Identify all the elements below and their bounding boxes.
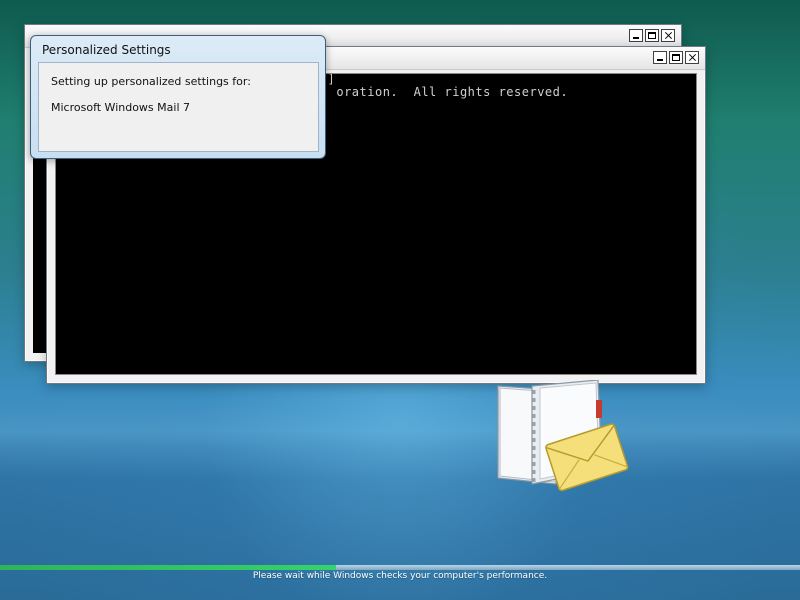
status-message: Please wait while Windows checks your co… [252,571,548,581]
console-window-caption-buttons [653,51,699,64]
dialog-title: Personalized Settings [42,43,171,57]
progress-fill [0,565,336,570]
windows-mail-icon [497,380,629,492]
progress-bar [0,565,800,570]
minimize-icon[interactable] [653,51,667,64]
close-icon[interactable] [685,51,699,64]
minimize-icon[interactable] [629,29,643,42]
personalized-settings-dialog[interactable]: Personalized Settings Setting up persona… [30,35,326,159]
background-window-caption-buttons [629,29,675,42]
dialog-app-name: Microsoft Windows Mail 7 [51,101,190,114]
desktop-horizon [0,390,800,480]
maximize-icon[interactable] [645,29,659,42]
dialog-message: Setting up personalized settings for: [51,75,251,88]
dialog-body: Setting up personalized settings for: Mi… [38,62,319,152]
close-icon[interactable] [661,29,675,42]
maximize-icon[interactable] [669,51,683,64]
